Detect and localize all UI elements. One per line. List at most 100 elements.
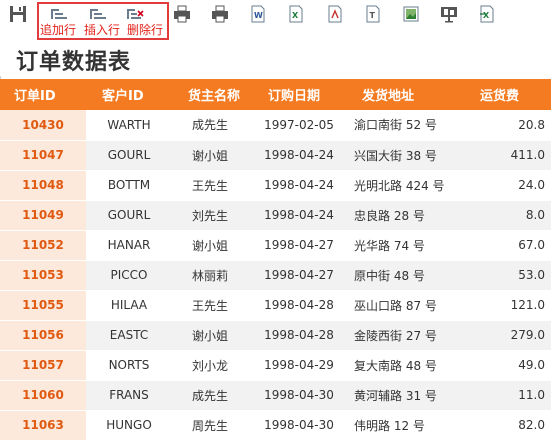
- table-row[interactable]: 11048 BOTTM 王先生 1998-04-24 光明北路 424 号 24.0: [0, 170, 551, 201]
- freight-cell[interactable]: 121.0: [464, 290, 551, 321]
- shipper-name-cell[interactable]: 成先生: [172, 380, 252, 411]
- column-header-ship-address[interactable]: 发货地址: [346, 79, 464, 110]
- order-date-cell[interactable]: 1998-04-27: [252, 260, 346, 291]
- append-row-button[interactable]: 追加行: [40, 21, 76, 38]
- export-excel-alt-icon[interactable]: X: [477, 4, 497, 24]
- freight-cell[interactable]: 411.0: [464, 140, 551, 171]
- order-date-cell[interactable]: 1998-04-24: [252, 170, 346, 201]
- shipper-name-cell[interactable]: 王先生: [172, 170, 252, 201]
- save-icon[interactable]: [8, 4, 28, 24]
- order-date-cell[interactable]: 1998-04-24: [252, 200, 346, 231]
- ship-address-cell[interactable]: 渝口南街 52 号: [346, 110, 464, 141]
- customer-id-cell[interactable]: GOURL: [86, 200, 172, 231]
- table-row[interactable]: 10430 WARTH 成先生 1997-02-05 渝口南街 52 号 20.8: [0, 110, 551, 141]
- order-id-cell[interactable]: 11049: [0, 200, 86, 231]
- shipper-name-cell[interactable]: 林丽莉: [172, 260, 252, 291]
- freight-cell[interactable]: 82.0: [464, 410, 551, 441]
- print-preview-icon[interactable]: [210, 4, 230, 24]
- ship-address-cell[interactable]: 巫山口路 87 号: [346, 290, 464, 321]
- export-text-icon[interactable]: T: [363, 4, 383, 24]
- table-row[interactable]: 11057 NORTS 刘小龙 1998-04-29 复大南路 48 号 49.0: [0, 350, 551, 381]
- ship-address-cell[interactable]: 兴国大街 38 号: [346, 140, 464, 171]
- customer-id-cell[interactable]: FRANS: [86, 380, 172, 411]
- table-row[interactable]: 11047 GOURL 谢小姐 1998-04-24 兴国大街 38 号 411.0: [0, 140, 551, 171]
- freight-cell[interactable]: 11.0: [464, 380, 551, 411]
- table-row[interactable]: 11063 HUNGO 周先生 1998-04-30 伟明路 12 号 82.0: [0, 410, 551, 441]
- ship-address-cell[interactable]: 光华路 74 号: [346, 230, 464, 261]
- table-row[interactable]: 11053 PICCO 林丽莉 1998-04-27 原中街 48 号 53.0: [0, 260, 551, 291]
- order-date-cell[interactable]: 1997-02-05: [252, 110, 346, 141]
- freight-cell[interactable]: 53.0: [464, 260, 551, 291]
- ship-address-cell[interactable]: 忠良路 28 号: [346, 200, 464, 231]
- shipper-name-cell[interactable]: 成先生: [172, 110, 252, 141]
- customer-id-cell[interactable]: HILAA: [86, 290, 172, 321]
- customer-id-cell[interactable]: HUNGO: [86, 410, 172, 441]
- freight-cell[interactable]: 279.0: [464, 320, 551, 351]
- ship-address-cell[interactable]: 黄河辅路 31 号: [346, 380, 464, 411]
- shipper-name-cell[interactable]: 刘小龙: [172, 350, 252, 381]
- shipper-name-cell[interactable]: 谢小姐: [172, 320, 252, 351]
- customer-id-cell[interactable]: BOTTM: [86, 170, 172, 201]
- order-id-cell[interactable]: 11052: [0, 230, 86, 261]
- insert-row-icon[interactable]: [89, 5, 107, 19]
- order-date-cell[interactable]: 1998-04-27: [252, 230, 346, 261]
- table-body: 10430 WARTH 成先生 1997-02-05 渝口南街 52 号 20.8 1104…: [0, 110, 551, 441]
- customer-id-cell[interactable]: NORTS: [86, 350, 172, 381]
- freight-cell[interactable]: 49.0: [464, 350, 551, 381]
- order-id-cell[interactable]: 11063: [0, 410, 86, 441]
- delete-row-button[interactable]: 删除行: [127, 21, 163, 38]
- table-row[interactable]: 11055 HILAA 王先生 1998-04-28 巫山口路 87 号 121.0: [0, 290, 551, 321]
- table-row[interactable]: 11052 HANAR 谢小姐 1998-04-27 光华路 74 号 67.0: [0, 230, 551, 261]
- freight-cell[interactable]: 67.0: [464, 230, 551, 261]
- freight-cell[interactable]: 8.0: [464, 200, 551, 231]
- export-excel-icon[interactable]: X: [286, 4, 306, 24]
- ship-address-cell[interactable]: 光明北路 424 号: [346, 170, 464, 201]
- column-header-freight[interactable]: 运货费: [464, 79, 551, 110]
- shipper-name-cell[interactable]: 刘先生: [172, 200, 252, 231]
- order-id-cell[interactable]: 11047: [0, 140, 86, 171]
- export-pdf-icon[interactable]: [325, 4, 345, 24]
- freight-cell[interactable]: 24.0: [464, 170, 551, 201]
- shipper-name-cell[interactable]: 谢小姐: [172, 230, 252, 261]
- order-date-cell[interactable]: 1998-04-29: [252, 350, 346, 381]
- print-icon[interactable]: [172, 4, 192, 24]
- ship-address-cell[interactable]: 复大南路 48 号: [346, 350, 464, 381]
- order-date-cell[interactable]: 1998-04-28: [252, 290, 346, 321]
- order-date-cell[interactable]: 1998-04-30: [252, 380, 346, 411]
- order-id-cell[interactable]: 10430: [0, 110, 86, 141]
- order-id-cell[interactable]: 11055: [0, 290, 86, 321]
- table-row[interactable]: 11049 GOURL 刘先生 1998-04-24 忠良路 28 号 8.0: [0, 200, 551, 231]
- column-header-customer-id[interactable]: 客户ID: [86, 79, 172, 110]
- column-header-shipper-name[interactable]: 货主名称: [172, 79, 252, 110]
- shipper-name-cell[interactable]: 周先生: [172, 410, 252, 441]
- present-icon[interactable]: [439, 4, 459, 24]
- ship-address-cell[interactable]: 原中街 48 号: [346, 260, 464, 291]
- order-date-cell[interactable]: 1998-04-28: [252, 320, 346, 351]
- insert-row-button[interactable]: 插入行: [84, 21, 120, 38]
- column-header-order-date[interactable]: 订购日期: [252, 79, 346, 110]
- customer-id-cell[interactable]: EASTC: [86, 320, 172, 351]
- order-id-cell[interactable]: 11053: [0, 260, 86, 291]
- order-id-cell[interactable]: 11057: [0, 350, 86, 381]
- delete-row-icon[interactable]: [126, 5, 144, 19]
- order-id-cell[interactable]: 11048: [0, 170, 86, 201]
- customer-id-cell[interactable]: WARTH: [86, 110, 172, 141]
- order-id-cell[interactable]: 11056: [0, 320, 86, 351]
- freight-cell[interactable]: 20.8: [464, 110, 551, 141]
- order-date-cell[interactable]: 1998-04-24: [252, 140, 346, 171]
- append-row-icon[interactable]: [50, 5, 68, 19]
- ship-address-cell[interactable]: 金陵西街 27 号: [346, 320, 464, 351]
- customer-id-cell[interactable]: GOURL: [86, 140, 172, 171]
- customer-id-cell[interactable]: HANAR: [86, 230, 172, 261]
- shipper-name-cell[interactable]: 王先生: [172, 290, 252, 321]
- column-header-order-id[interactable]: 订单ID: [0, 79, 86, 110]
- export-image-icon[interactable]: [401, 4, 421, 24]
- table-row[interactable]: 11060 FRANS 成先生 1998-04-30 黄河辅路 31 号 11.0: [0, 380, 551, 411]
- export-word-icon[interactable]: W: [248, 4, 268, 24]
- shipper-name-cell[interactable]: 谢小姐: [172, 140, 252, 171]
- order-date-cell[interactable]: 1998-04-30: [252, 410, 346, 441]
- table-row[interactable]: 11056 EASTC 谢小姐 1998-04-28 金陵西街 27 号 279.0: [0, 320, 551, 351]
- ship-address-cell[interactable]: 伟明路 12 号: [346, 410, 464, 441]
- order-id-cell[interactable]: 11060: [0, 380, 86, 411]
- customer-id-cell[interactable]: PICCO: [86, 260, 172, 291]
